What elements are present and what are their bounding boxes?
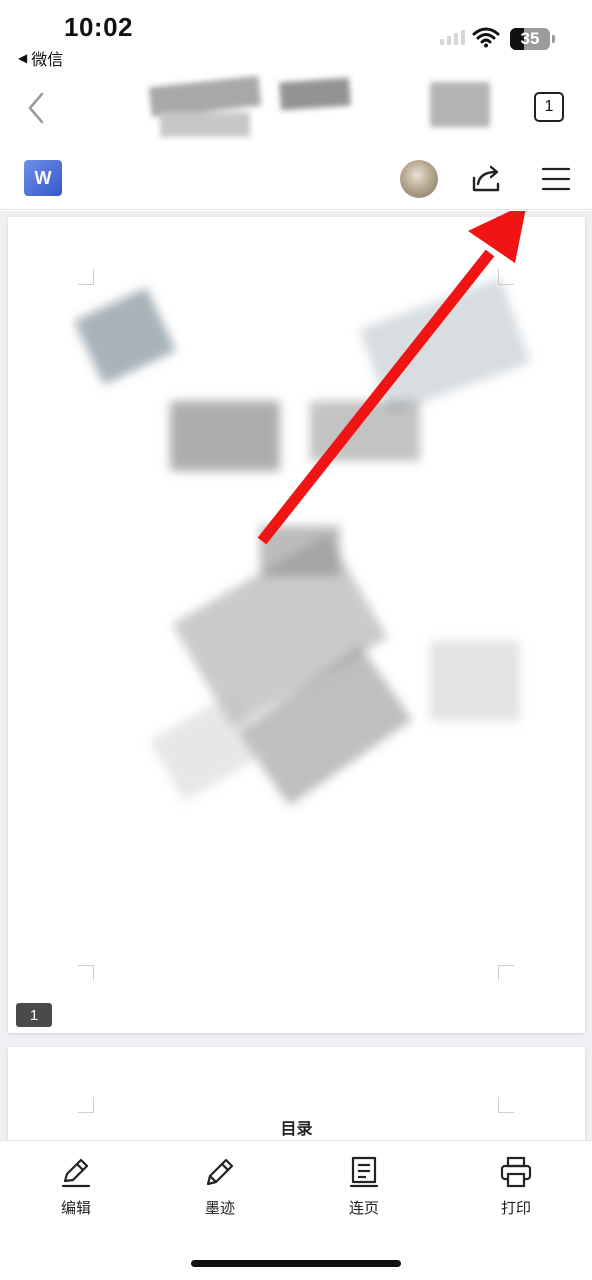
margin-corner-mark (78, 965, 94, 981)
edit-label: 编辑 (60, 1200, 91, 1217)
status-time: 10:02 (64, 12, 133, 42)
ink-button[interactable]: 墨迹 (180, 1155, 260, 1218)
nav-bar: 1 (0, 72, 592, 144)
home-indicator[interactable] (191, 1260, 401, 1267)
menu-icon[interactable] (538, 162, 574, 196)
back-chevron-icon[interactable] (22, 90, 52, 126)
bottom-action-bar: 编辑 墨迹 连页 打印 (0, 1140, 592, 1280)
toc-heading: 目录 (280, 1121, 313, 1138)
margin-corner-mark (498, 1097, 514, 1113)
continuous-page-icon (349, 1156, 379, 1188)
word-doc-icon: W (24, 160, 62, 196)
status-bar: 10:02 ◀ 微信 35 (0, 0, 592, 72)
ink-label: 墨迹 (204, 1200, 235, 1217)
document-page[interactable]: 1 (8, 217, 585, 1033)
edit-button[interactable]: 编辑 (36, 1155, 116, 1218)
avatar[interactable] (400, 160, 438, 198)
document-toolbar: W (0, 148, 592, 210)
margin-corner-mark (78, 269, 94, 285)
redacted-title-scribble (148, 75, 490, 137)
continuous-page-button[interactable]: 连页 (324, 1155, 404, 1218)
margin-corner-mark (78, 1097, 94, 1113)
back-to-app-link[interactable]: ◀ 微信 (18, 46, 63, 70)
document-viewer[interactable]: 1 目录 (0, 211, 592, 1140)
printer-icon (500, 1156, 532, 1188)
pen-icon (61, 1158, 91, 1188)
cellular-signal-icon (440, 30, 465, 45)
battery-level: 35 (520, 29, 540, 48)
print-label: 打印 (500, 1200, 531, 1217)
margin-corner-mark (498, 965, 514, 981)
back-triangle-icon: ◀ (18, 51, 28, 65)
tab-count-button[interactable]: 1 (534, 92, 564, 122)
share-icon[interactable] (468, 162, 504, 196)
continuous-page-label: 连页 (348, 1200, 379, 1217)
document-page[interactable]: 目录 (8, 1047, 585, 1140)
pencil-icon (206, 1158, 234, 1186)
battery-icon: 35 (510, 28, 555, 50)
margin-corner-mark (498, 269, 514, 285)
print-button[interactable]: 打印 (476, 1155, 556, 1218)
page-number-badge: 1 (16, 1003, 52, 1027)
back-app-label: 微信 (31, 52, 64, 69)
wifi-icon (472, 27, 500, 48)
